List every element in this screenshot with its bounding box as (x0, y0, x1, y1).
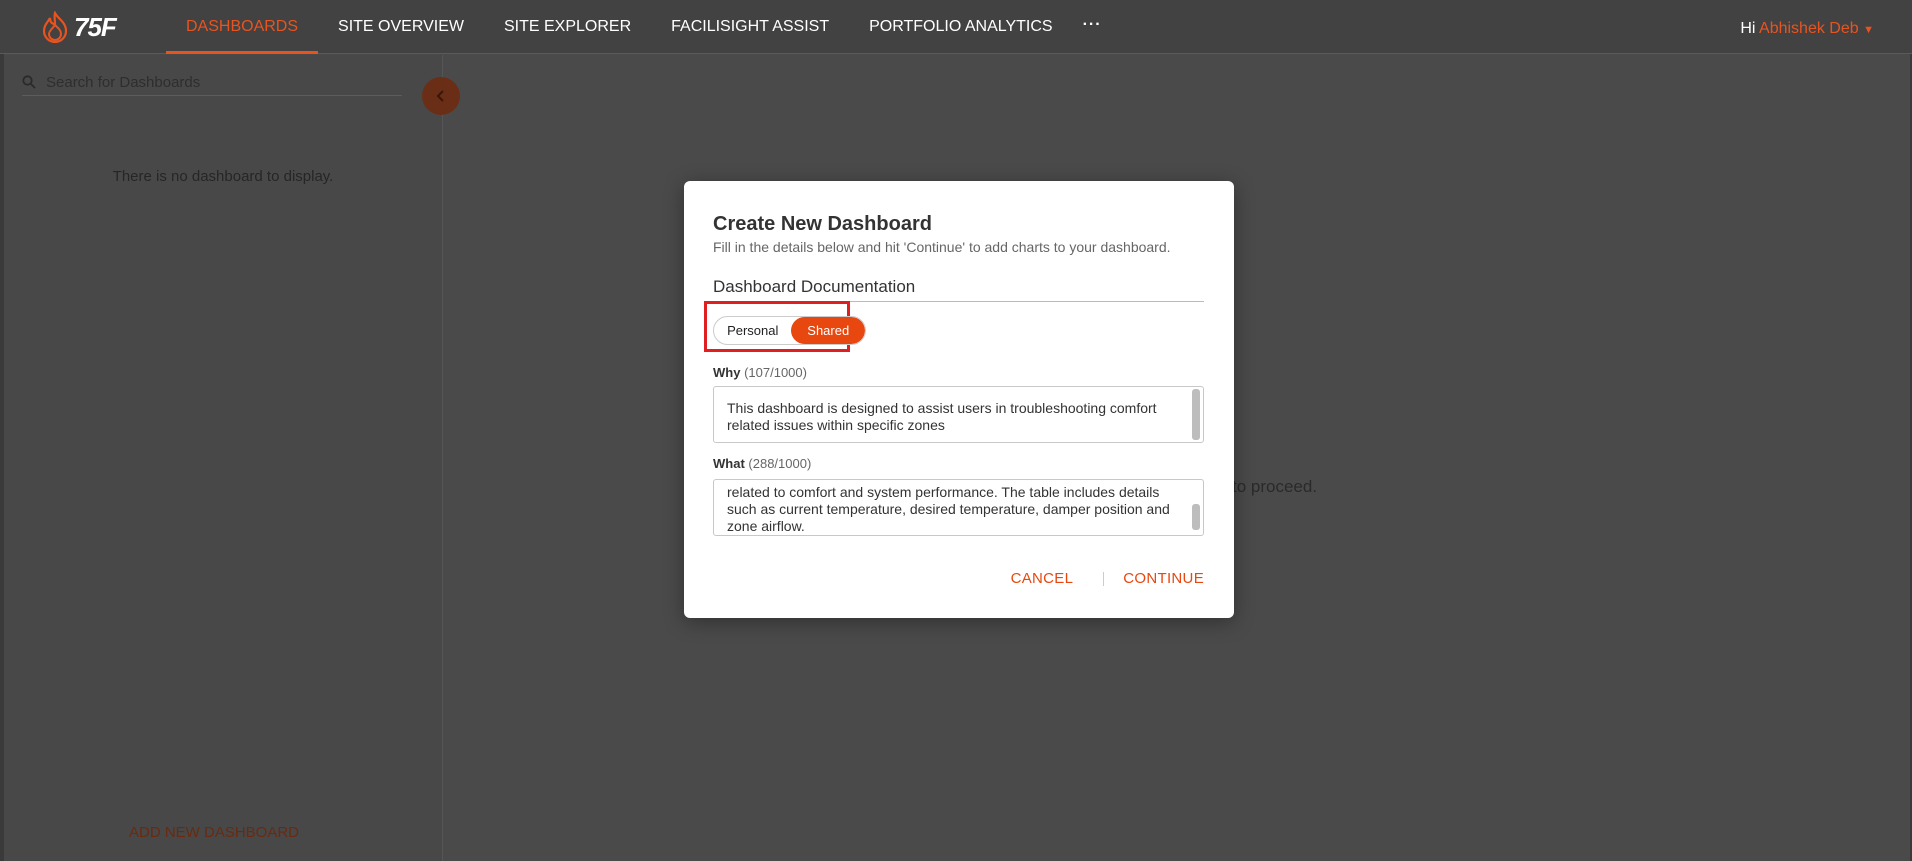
actions-divider (1103, 571, 1105, 586)
modal-subtitle: Fill in the details below and hit 'Conti… (713, 239, 1171, 255)
main-nav: DASHBOARDS SITE OVERVIEW SITE EXPLORER F… (166, 0, 1112, 54)
why-label: Why (713, 365, 741, 380)
nav-tab-site-overview[interactable]: SITE OVERVIEW (318, 0, 484, 54)
visibility-toggle[interactable]: Personal Shared (713, 316, 866, 345)
dashboard-search (22, 69, 402, 96)
empty-dashboard-message: There is no dashboard to display. (112, 168, 334, 185)
dashboard-sidebar: There is no dashboard to display. ADD NE… (4, 55, 443, 861)
what-label: What (713, 456, 745, 471)
nav-tab-site-explorer[interactable]: SITE EXPLORER (484, 0, 651, 54)
modal-title: Create New Dashboard (713, 213, 932, 235)
flame-logo-icon (42, 11, 68, 43)
background-hint-text: to proceed. (1232, 477, 1318, 496)
brand-logo[interactable]: 75F (40, 8, 117, 46)
why-char-count: (107/1000) (744, 365, 807, 380)
why-scrollbar[interactable] (1192, 389, 1200, 440)
top-nav-bar: 75F DASHBOARDS SITE OVERVIEW SITE EXPLOR… (0, 0, 1912, 54)
chevron-down-icon[interactable]: ▼ (1863, 24, 1874, 36)
nav-tab-dashboards[interactable]: DASHBOARDS (166, 0, 319, 54)
why-field-label: Why (107/1000) (713, 365, 807, 380)
what-field-label: What (288/1000) (713, 456, 811, 471)
cancel-button[interactable]: CANCEL (1011, 570, 1074, 587)
what-scrollbar[interactable] (1192, 504, 1200, 530)
nav-tab-portfolio-analytics[interactable]: PORTFOLIO ANALYTICS (849, 0, 1072, 54)
continue-button[interactable]: CONTINUE (1123, 570, 1204, 587)
toggle-shared[interactable]: Shared (791, 317, 865, 344)
search-icon (22, 75, 36, 89)
user-greeting: Hi (1740, 20, 1756, 37)
create-dashboard-modal: Create New Dashboard Fill in the details… (684, 181, 1234, 618)
user-name[interactable]: Abhishek Deb (1759, 20, 1859, 37)
what-text: related to comfort and system performanc… (727, 484, 1170, 534)
chevron-left-icon (436, 90, 444, 102)
user-menu[interactable]: Hi Abhishek Deb ▼ (1740, 0, 1874, 58)
add-new-dashboard-link[interactable]: ADD NEW DASHBOARD (4, 824, 424, 841)
modal-actions: CANCEL CONTINUE (1011, 570, 1204, 587)
toggle-personal[interactable]: Personal (714, 317, 791, 344)
dashboard-search-input[interactable] (44, 72, 388, 92)
nav-tab-facilisight-assist[interactable]: FACILISIGHT ASSIST (651, 0, 849, 54)
why-text: This dashboard is designed to assist use… (727, 400, 1157, 433)
nav-more-icon[interactable]: ··· (1073, 0, 1112, 54)
documentation-section-heading: Dashboard Documentation (713, 277, 1204, 302)
collapse-sidebar-button[interactable] (422, 77, 460, 115)
what-char-count: (288/1000) (748, 456, 812, 471)
brand-logo-text: 75F (74, 11, 117, 42)
what-textarea[interactable]: related to comfort and system performanc… (713, 479, 1204, 536)
why-textarea[interactable]: This dashboard is designed to assist use… (713, 386, 1204, 443)
